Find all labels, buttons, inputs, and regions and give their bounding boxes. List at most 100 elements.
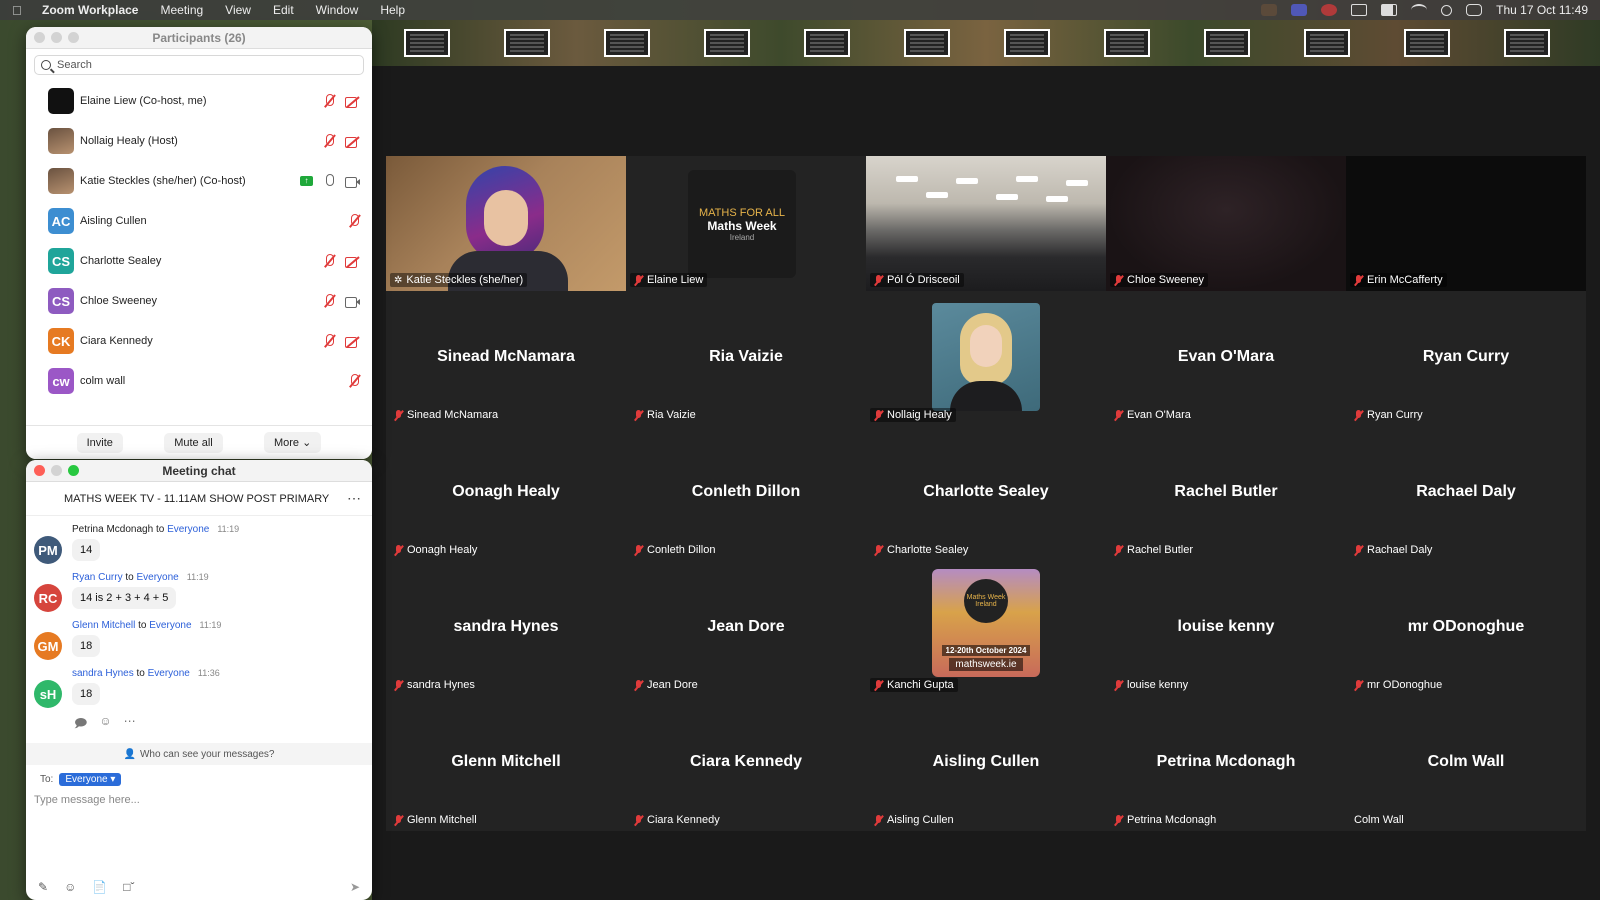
video-tile[interactable]: Aisling Cullen Aisling Cullen xyxy=(866,696,1106,831)
recipient-name[interactable]: Everyone xyxy=(148,668,190,679)
chat-message-input[interactable]: Type message here... xyxy=(26,786,372,814)
participant-row[interactable]: cw colm wall xyxy=(26,361,372,401)
screen-thumbnail[interactable] xyxy=(1104,29,1150,57)
recipient-dropdown[interactable]: Everyone ▾ xyxy=(59,773,122,786)
video-tile[interactable]: Pól Ó Drisceoil xyxy=(866,156,1106,291)
control-center-icon[interactable] xyxy=(1466,4,1483,16)
zoom-button[interactable] xyxy=(68,465,79,476)
video-tile[interactable]: Ryan Curry Ryan Curry xyxy=(1346,291,1586,426)
minimize-button[interactable] xyxy=(51,32,62,43)
video-tile[interactable]: Nollaig Healy xyxy=(866,291,1106,426)
camera-off-icon[interactable] xyxy=(345,96,360,108)
participant-row[interactable]: Elaine Liew (Co-host, me) xyxy=(26,81,372,121)
emoji-reaction-icon[interactable]: ☺ xyxy=(99,714,111,735)
video-tile[interactable]: MATHS FOR ALL Maths Week Ireland Elaine Lie… xyxy=(626,156,866,291)
video-tile[interactable]: ✲ Katie Steckles (she/her) xyxy=(386,156,626,291)
sender-name[interactable]: sandra Hynes xyxy=(72,668,134,679)
menu-app-name[interactable]: Zoom Workplace xyxy=(42,3,138,17)
participant-row[interactable]: CS Charlotte Sealey xyxy=(26,241,372,281)
participant-row[interactable]: CS Chloe Sweeney xyxy=(26,281,372,321)
reply-icon[interactable]: 🗩 xyxy=(74,714,87,735)
screen-thumbnail[interactable] xyxy=(604,29,650,57)
emoji-icon[interactable]: ☺ xyxy=(64,880,76,894)
video-tile[interactable]: Charlotte Sealey Charlotte Sealey xyxy=(866,426,1106,561)
participant-row[interactable]: Katie Steckles (she/her) (Co-host) ↑ xyxy=(26,161,372,201)
message-more-icon[interactable]: ⋯ xyxy=(124,714,136,735)
close-button[interactable] xyxy=(34,32,45,43)
screen-thumbnail[interactable] xyxy=(404,29,450,57)
sender-name[interactable]: Ryan Curry xyxy=(72,572,123,583)
video-tile[interactable]: Ria Vaizie Ria Vaizie xyxy=(626,291,866,426)
recipient-name[interactable]: Everyone xyxy=(136,572,178,583)
screen-thumbnail[interactable] xyxy=(1404,29,1450,57)
video-tile[interactable]: Oonagh Healy Oonagh Healy xyxy=(386,426,626,561)
video-tile[interactable]: Rachael Daly Rachael Daly xyxy=(1346,426,1586,561)
minimize-button[interactable] xyxy=(51,465,62,476)
participant-row[interactable]: AC Aisling Cullen xyxy=(26,201,372,241)
video-tile[interactable]: Maths Week Ireland 12-20th October 2024 ma… xyxy=(866,561,1106,696)
video-tile[interactable]: Glenn Mitchell Glenn Mitchell xyxy=(386,696,626,831)
mic-muted-icon[interactable] xyxy=(323,134,335,148)
chat-message[interactable]: PM Petrina Mcdonagh to Everyone 11:19 14 xyxy=(34,524,364,564)
mic-muted-icon[interactable] xyxy=(323,294,335,308)
recipient-name[interactable]: Everyone xyxy=(149,620,191,631)
mic-icon[interactable] xyxy=(323,174,335,188)
chat-more-icon[interactable]: ⋯ xyxy=(347,490,362,507)
screen-thumbnail[interactable] xyxy=(804,29,850,57)
send-icon[interactable]: ➤ xyxy=(350,880,360,894)
zoom-mic-status-icon[interactable] xyxy=(1261,4,1278,16)
video-tile[interactable]: Colm Wall Colm Wall xyxy=(1346,696,1586,831)
battery-icon[interactable] xyxy=(1381,4,1398,16)
menu-meeting[interactable]: Meeting xyxy=(160,3,203,17)
participant-row[interactable]: Nollaig Healy (Host) xyxy=(26,121,372,161)
wifi-icon[interactable] xyxy=(1411,4,1428,16)
screen-thumbnail[interactable] xyxy=(904,29,950,57)
chat-message[interactable]: RC Ryan Curry to Everyone 11:19 14 is 2 + 3… xyxy=(34,572,364,612)
video-tile[interactable]: Ciara Kennedy Ciara Kennedy xyxy=(626,696,866,831)
menu-clock[interactable]: Thu 17 Oct 11:49 xyxy=(1496,3,1588,17)
video-tile[interactable]: Sinead McNamara Sinead McNamara xyxy=(386,291,626,426)
participants-titlebar[interactable]: Participants (26) xyxy=(26,27,372,49)
mic-muted-icon[interactable] xyxy=(348,214,360,228)
recipient-name[interactable]: Everyone xyxy=(167,524,209,535)
screen-thumbnail[interactable] xyxy=(1504,29,1550,57)
participants-search-input[interactable]: Search xyxy=(34,55,364,75)
video-tile[interactable]: sandra Hynes sandra Hynes xyxy=(386,561,626,696)
video-tile[interactable]: Rachel Butler Rachel Butler xyxy=(1106,426,1346,561)
camera-off-icon[interactable] xyxy=(345,136,360,148)
invite-button[interactable]: Invite xyxy=(76,432,123,453)
screen-thumbnail[interactable] xyxy=(1204,29,1250,57)
chat-message[interactable]: GM Glenn Mitchell to Everyone 11:19 18 xyxy=(34,620,364,660)
chat-message[interactable]: sH sandra Hynes to Everyone 11:36 18 xyxy=(34,668,364,708)
creative-cloud-icon[interactable] xyxy=(1321,4,1338,16)
zoom-button[interactable] xyxy=(68,32,79,43)
camera-off-icon[interactable] xyxy=(345,336,360,348)
screen-record-icon[interactable] xyxy=(1351,4,1368,16)
video-tile[interactable]: Petrina Mcdonagh Petrina Mcdonagh xyxy=(1106,696,1346,831)
participants-list[interactable]: Elaine Liew (Co-host, me) Nollaig Healy (… xyxy=(26,81,372,417)
video-tile[interactable]: Erin McCafferty xyxy=(1346,156,1586,291)
teams-status-icon[interactable] xyxy=(1291,4,1308,16)
mic-muted-icon[interactable] xyxy=(323,254,335,268)
screenshot-icon[interactable]: □ˇ xyxy=(123,880,134,894)
video-tile[interactable]: Evan O'Mara Evan O'Mara xyxy=(1106,291,1346,426)
camera-off-icon[interactable] xyxy=(345,256,360,268)
mic-muted-icon[interactable] xyxy=(323,334,335,348)
screen-thumbnail[interactable] xyxy=(504,29,550,57)
file-icon[interactable]: 📄 xyxy=(92,880,107,894)
sender-name[interactable]: Petrina Mcdonagh xyxy=(72,524,153,535)
participant-row[interactable]: CK Ciara Kennedy xyxy=(26,321,372,361)
video-tile[interactable]: mr ODonoghue mr ODonoghue xyxy=(1346,561,1586,696)
screen-thumbnail[interactable] xyxy=(1304,29,1350,57)
video-tile[interactable]: Chloe Sweeney xyxy=(1106,156,1346,291)
close-button[interactable] xyxy=(34,465,45,476)
camera-icon[interactable] xyxy=(345,176,360,188)
video-tile[interactable]: Conleth Dillon Conleth Dillon xyxy=(626,426,866,561)
menu-view[interactable]: View xyxy=(225,3,251,17)
screen-thumbnail[interactable] xyxy=(1004,29,1050,57)
apple-icon[interactable]:  xyxy=(12,4,24,17)
chat-titlebar[interactable]: Meeting chat xyxy=(26,460,372,482)
who-can-see-link[interactable]: 👤 Who can see your messages? xyxy=(26,743,372,765)
menu-window[interactable]: Window xyxy=(316,3,359,17)
sender-name[interactable]: Glenn Mitchell xyxy=(72,620,135,631)
